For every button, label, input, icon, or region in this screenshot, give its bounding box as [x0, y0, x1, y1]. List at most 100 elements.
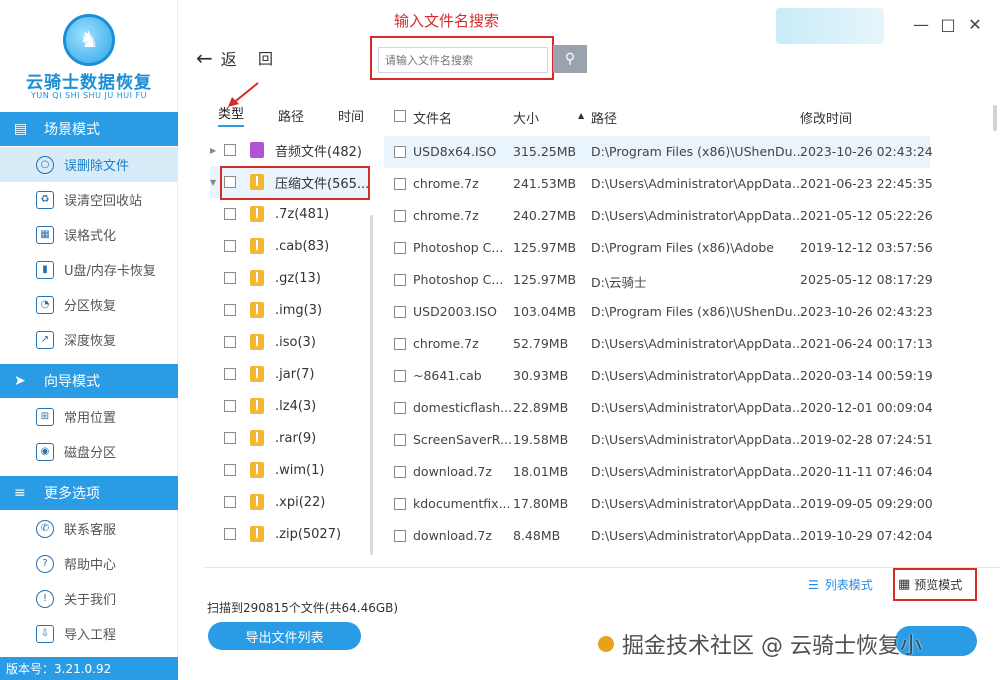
tree-item-checkbox[interactable] [224, 528, 236, 540]
table-row[interactable]: USD8x64.ISO 315.25MB D:\Program Files (x86… [384, 136, 933, 168]
audio-icon [250, 142, 264, 158]
cell-path: D:\Users\Administrator\AppData... [591, 400, 804, 415]
search-input[interactable] [378, 47, 548, 73]
tree-item[interactable]: .rar(9) [210, 422, 370, 454]
table-row[interactable]: domesticflash... 22.89MB D:\Users\Administ… [384, 392, 933, 424]
tree-item-checkbox[interactable] [224, 240, 236, 252]
tree-item-checkbox[interactable] [224, 496, 236, 508]
sidebar-item-disk-partition[interactable]: ◉ 磁盘分区 [0, 434, 178, 469]
user-account-area[interactable] [776, 8, 884, 44]
section-scene-mode[interactable]: ▤ 场景模式 [0, 112, 178, 146]
tree-item-checkbox[interactable] [224, 336, 236, 348]
sidebar-item-help[interactable]: ? 帮助中心 [0, 546, 178, 581]
row-checkbox[interactable] [394, 530, 406, 542]
tree-item[interactable]: .iso(3) [210, 326, 370, 358]
watermark: 掘金技术社区 @ 云骑士恢复小 [598, 628, 922, 660]
tree-item-checkbox[interactable] [224, 272, 236, 284]
tree-item[interactable]: .cab(83) [210, 230, 370, 262]
tab-path[interactable]: 路径 [278, 106, 304, 125]
table-row[interactable]: download.7z 18.01MB D:\Users\Administrator… [384, 456, 933, 488]
tree-item[interactable]: .gz(13) [210, 262, 370, 294]
back-button[interactable]: ← 返 [196, 46, 237, 70]
sidebar-item-deep[interactable]: ↗ 深度恢复 [0, 322, 178, 357]
row-checkbox[interactable] [394, 466, 406, 478]
select-all-checkbox[interactable] [394, 110, 406, 122]
sidebar-item-format[interactable]: ▦ 误格式化 [0, 217, 178, 252]
col-name[interactable]: 文件名 [413, 108, 452, 127]
table-row[interactable]: ~8641.cab 30.93MB D:\Users\Administrator\A… [384, 360, 933, 392]
sidebar-item-recycle-bin[interactable]: ♻ 误清空回收站 [0, 182, 178, 217]
section-guide-mode-label: 向导模式 [44, 374, 100, 390]
return-button[interactable]: 回 [258, 48, 273, 69]
tree-item-checkbox[interactable] [224, 368, 236, 380]
divider [205, 567, 1000, 568]
table-row[interactable]: Photoshop C... 125.97MB D:\云骑士 2025-05-12 0… [384, 264, 933, 296]
tree-scrollbar[interactable] [370, 215, 373, 555]
tree-item-label: .rar(9) [275, 430, 317, 446]
table-row[interactable]: Photoshop C... 125.97MB D:\Program Files (… [384, 232, 933, 264]
tree-item[interactable]: .7z(481) [210, 198, 370, 230]
sidebar-item-deleted-files[interactable]: ○ 误删除文件 [0, 147, 178, 182]
export-list-button[interactable]: 导出文件列表 [208, 622, 361, 650]
tree-item-checkbox[interactable] [224, 304, 236, 316]
sidebar-item-support[interactable]: ✆ 联系客服 [0, 511, 178, 546]
row-checkbox[interactable] [394, 178, 406, 190]
row-checkbox[interactable] [394, 498, 406, 510]
row-checkbox[interactable] [394, 210, 406, 222]
expand-right-icon[interactable]: ▶ [210, 146, 224, 155]
tree-item-checkbox[interactable] [224, 400, 236, 412]
sidebar-item-import[interactable]: ⇩ 导入工程 [0, 616, 178, 651]
table-header: 文件名 大小 ▲ 路径 修改时间 [384, 100, 1000, 132]
tree-item-checkbox[interactable] [224, 208, 236, 220]
table-row[interactable]: kdocumentfix... 17.80MB D:\Users\Administr… [384, 488, 933, 520]
row-checkbox[interactable] [394, 402, 406, 414]
tree-item[interactable]: .img(3) [210, 294, 370, 326]
keyboard-icon: ▤ [14, 121, 28, 137]
sidebar-item-label: 深度恢复 [64, 334, 117, 349]
app-window: ♞ 云骑士数据恢复 YUN QI SHI SHU JU HUI FU ▤ 场景模… [0, 0, 1000, 680]
row-checkbox[interactable] [394, 434, 406, 446]
sidebar-item-about[interactable]: ! 关于我们 [0, 581, 178, 616]
tree-item[interactable]: .jar(7) [210, 358, 370, 390]
col-path[interactable]: 路径 [591, 108, 617, 127]
col-size[interactable]: 大小 [513, 108, 539, 127]
tree-item[interactable]: ▶ 音频文件(482) [210, 134, 370, 166]
table-row[interactable]: chrome.7z 240.27MB D:\Users\Administrator\… [384, 200, 933, 232]
cell-modified: 2020-12-01 00:09:04 [800, 400, 933, 415]
maximize-button[interactable]: □ [938, 14, 958, 34]
sidebar-item-common-location[interactable]: ⊞ 常用位置 [0, 399, 178, 434]
list-mode-button[interactable]: ☰ 列表模式 [808, 576, 873, 593]
close-button[interactable]: ✕ [965, 14, 985, 34]
list-mode-label: 列表模式 [824, 578, 873, 592]
table-row[interactable]: chrome.7z 52.79MB D:\Users\Administrator\A… [384, 328, 933, 360]
tree-item[interactable]: .xpi(22) [210, 486, 370, 518]
tree-item[interactable]: .zip(5027) [210, 518, 370, 550]
table-row[interactable]: USD2003.ISO 103.04MB D:\Program Files (x86… [384, 296, 933, 328]
sidebar-item-usb[interactable]: ▮ U盘/内存卡恢复 [0, 252, 178, 287]
tree-item-checkbox[interactable] [224, 432, 236, 444]
row-checkbox[interactable] [394, 146, 406, 158]
tab-type[interactable]: 类型 [218, 103, 245, 127]
tab-time[interactable]: 时间 [338, 106, 364, 125]
section-guide-mode[interactable]: ➤ 向导模式 [0, 364, 178, 398]
tree-item-checkbox[interactable] [224, 464, 236, 476]
tree-item[interactable]: .lz4(3) [210, 390, 370, 422]
sidebar-item-partition[interactable]: ◔ 分区恢复 [0, 287, 178, 322]
col-modified[interactable]: 修改时间 [800, 108, 852, 127]
tree-item-checkbox[interactable] [224, 144, 236, 156]
tree-item[interactable]: .wim(1) [210, 454, 370, 486]
table-row[interactable]: chrome.7z 241.53MB D:\Users\Administrator\… [384, 168, 933, 200]
table-scrollbar[interactable] [993, 105, 997, 131]
table-row[interactable]: download.7z 8.48MB D:\Users\Administrator\… [384, 520, 933, 552]
tree-item-label: .xpi(22) [275, 494, 326, 510]
table-row[interactable]: ScreenSaverR... 19.58MB D:\Users\Administr… [384, 424, 933, 456]
minimize-button[interactable]: — [911, 14, 931, 34]
row-checkbox[interactable] [394, 370, 406, 382]
row-checkbox[interactable] [394, 306, 406, 318]
row-checkbox[interactable] [394, 242, 406, 254]
row-checkbox[interactable] [394, 274, 406, 286]
section-more-options[interactable]: ≡ 更多选项 [0, 476, 178, 510]
row-checkbox[interactable] [394, 338, 406, 350]
tree-item-label: .7z(481) [275, 206, 330, 222]
search-button[interactable]: ⚲ [553, 45, 587, 73]
